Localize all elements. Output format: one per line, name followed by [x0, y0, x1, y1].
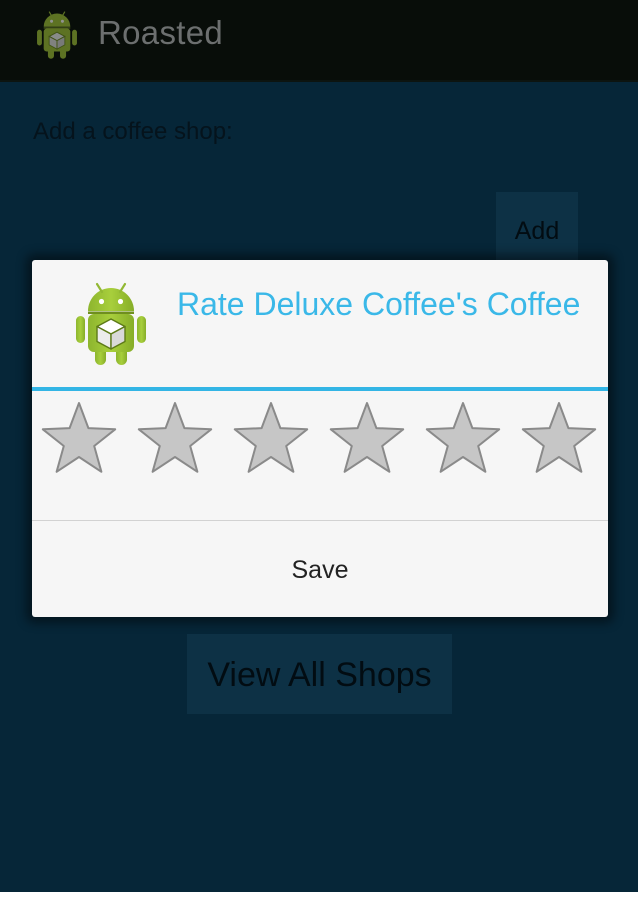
- save-button[interactable]: Save: [32, 521, 608, 617]
- star-empty-icon[interactable]: [134, 400, 216, 482]
- app-title: Roasted: [98, 14, 224, 51]
- add-shop-prompt-label: Add a coffee shop:: [33, 118, 233, 145]
- dialog-title: Rate Deluxe Coffee's Coffee: [177, 286, 581, 322]
- view-all-shops-button[interactable]: View All Shops: [187, 634, 452, 714]
- action-bar: Roasted: [0, 0, 638, 82]
- android-app-icon: [76, 282, 146, 365]
- star-empty-icon[interactable]: [518, 400, 600, 482]
- save-button-label: Save: [291, 556, 349, 584]
- android-app-icon: [37, 11, 77, 59]
- star-empty-icon[interactable]: [326, 400, 408, 482]
- star-empty-icon[interactable]: [422, 400, 504, 482]
- app-screen: Roasted Add a coffee shop: Add View All …: [0, 0, 638, 892]
- star-empty-icon[interactable]: [38, 400, 120, 482]
- title-divider: [32, 387, 608, 391]
- rating-bar[interactable]: [32, 400, 608, 482]
- view-all-shops-label: View All Shops: [207, 656, 432, 694]
- add-button[interactable]: Add: [496, 192, 578, 270]
- rate-dialog: Rate Deluxe Coffee's Coffee Save: [32, 260, 608, 617]
- star-empty-icon[interactable]: [230, 400, 312, 482]
- add-button-label: Add: [514, 217, 560, 245]
